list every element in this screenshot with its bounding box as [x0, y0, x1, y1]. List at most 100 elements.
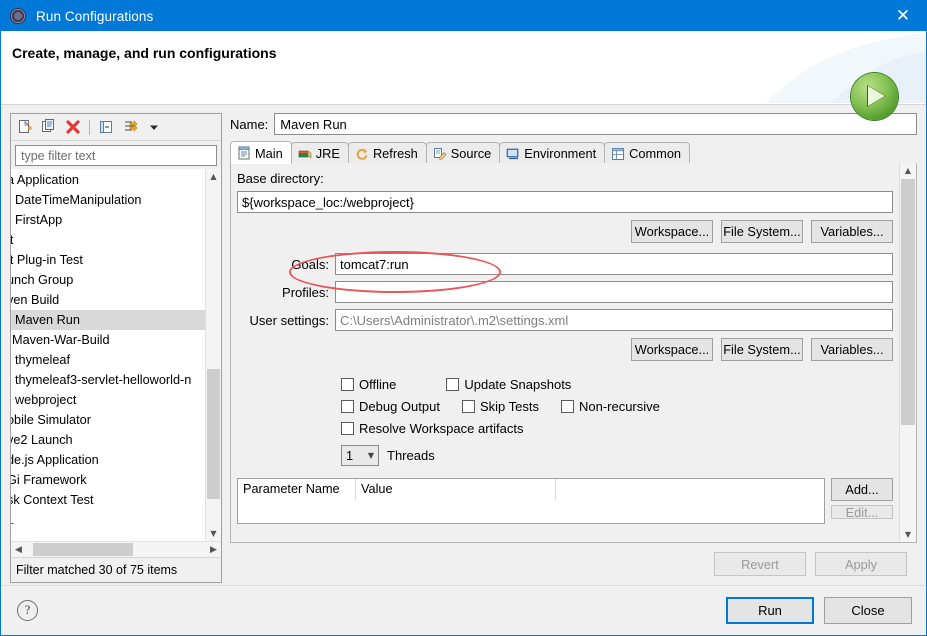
help-question-icon[interactable]: ? — [17, 600, 38, 621]
tree-hscroll-thumb[interactable] — [33, 543, 133, 556]
tab-strip-filler — [689, 140, 917, 164]
configuration-editor: Name: Maven Run Main JRE Refresh Source … — [230, 113, 917, 585]
tree-scroll-thumb[interactable] — [207, 369, 220, 499]
tab-jre[interactable]: JRE — [290, 142, 349, 164]
name-input[interactable]: Maven Run — [274, 113, 917, 135]
main-tab-content: Base directory: ${workspace_loc:/webproj… — [231, 163, 899, 542]
scroll-down-icon[interactable]: ▼ — [900, 527, 916, 542]
scroll-down-icon[interactable]: ▼ — [206, 526, 221, 541]
user-settings-row: User settings: C:\Users\Administrator\.m… — [237, 309, 893, 331]
tree-item[interactable]: it — [11, 230, 205, 250]
base-directory-input[interactable]: ${workspace_loc:/webproject} — [237, 191, 893, 213]
tree-item[interactable]: de.js Application — [11, 450, 205, 470]
revert-button[interactable]: Revert — [714, 552, 806, 576]
tree-item[interactable]: obile Simulator — [11, 410, 205, 430]
apply-button[interactable]: Apply — [815, 552, 907, 576]
view-menu-chevron-icon[interactable] — [143, 116, 165, 138]
tree-item[interactable]: L — [11, 510, 205, 530]
workspace-button-top[interactable]: Workspace... — [631, 220, 713, 243]
filter-configurations-icon[interactable] — [119, 116, 141, 138]
tree-item-label: Gi Framework — [11, 473, 87, 487]
chevron-down-icon[interactable]: ▼ — [368, 451, 374, 460]
scroll-left-icon[interactable]: ◀ — [11, 542, 26, 557]
tree-item[interactable]: Maven-War-Build — [11, 330, 205, 350]
offline-checkbox[interactable] — [341, 377, 354, 391]
run-button[interactable]: Run — [726, 597, 814, 624]
tree-item[interactable]: a Application — [11, 170, 205, 190]
threads-spinner[interactable]: 1 ▼ — [341, 444, 379, 466]
configurations-tree[interactable]: a Application DateTimeManipulation First… — [11, 169, 221, 541]
options-checkbox-area: Offline Update Snapshots Debug Output Sk… — [237, 373, 893, 466]
tree-item-label: L — [11, 513, 14, 527]
footer-buttons: Run Close — [726, 597, 912, 624]
column-value: Value — [356, 479, 556, 500]
scroll-right-icon[interactable]: ▶ — [206, 542, 221, 557]
tree-item[interactable]: unch Group — [11, 270, 205, 290]
collapse-all-icon[interactable] — [95, 116, 117, 138]
tree-vertical-scrollbar[interactable]: ▲ ▼ — [205, 169, 221, 541]
tree-item[interactable]: it Plug-in Test — [11, 250, 205, 270]
tree-toolbar — [11, 114, 221, 141]
profiles-input[interactable] — [335, 281, 893, 303]
tree-item-label: it — [11, 233, 14, 247]
skip-tests-checkbox[interactable] — [461, 399, 475, 413]
green-run-play-icon — [851, 73, 898, 120]
duplicate-configuration-icon[interactable] — [38, 116, 60, 138]
goals-input[interactable]: tomcat7:run — [335, 253, 893, 275]
window-title: Run Configurations — [36, 8, 154, 24]
resolve-workspace-artifacts-checkbox[interactable] — [341, 421, 354, 435]
edit-parameter-button[interactable]: Edit... — [831, 505, 893, 519]
tab-main[interactable]: Main — [230, 141, 292, 164]
parameter-table[interactable]: Parameter Name Value — [237, 478, 825, 524]
tree-item[interactable]: thymeleaf — [11, 350, 205, 370]
tree-item[interactable]: DateTimeManipulation — [11, 190, 205, 210]
profiles-row: Profiles: — [237, 281, 893, 303]
tree-item-label: Maven-War-Build — [12, 333, 110, 347]
tree-item[interactable]: webproject — [11, 390, 205, 410]
scroll-up-icon[interactable]: ▲ — [206, 169, 221, 184]
new-configuration-icon[interactable] — [14, 116, 36, 138]
tree-item[interactable]: Gi Framework — [11, 470, 205, 490]
delete-configuration-icon[interactable] — [62, 116, 84, 138]
tree-item[interactable]: ven Build — [11, 290, 205, 310]
update-snapshots-checkbox[interactable] — [446, 377, 460, 391]
user-settings-input[interactable]: C:\Users\Administrator\.m2\settings.xml — [335, 309, 893, 331]
tree-item[interactable]: thymeleaf3-servlet-helloworld-n — [11, 370, 205, 390]
jre-tab-icon — [298, 147, 312, 161]
tree-item[interactable]: FirstApp — [11, 210, 205, 230]
add-parameter-button[interactable]: Add... — [831, 478, 893, 501]
filter-input[interactable]: type filter text — [15, 145, 217, 166]
tree-item[interactable]: sk Context Test — [11, 490, 205, 510]
skip-tests-label: Skip Tests — [479, 398, 539, 414]
tree-item-label: DateTimeManipulation — [15, 193, 142, 207]
debug-output-checkbox[interactable] — [341, 399, 354, 413]
variables-button-bottom[interactable]: Variables... — [811, 338, 893, 361]
base-directory-label: Base directory: — [237, 171, 324, 186]
variables-button-top[interactable]: Variables... — [811, 220, 893, 243]
tree-item[interactable]: ve2 Launch — [11, 430, 205, 450]
tree-item-label: unch Group — [11, 273, 74, 287]
tree-item-label: a Application — [11, 173, 79, 187]
threads-row: 1 ▼ Threads — [341, 444, 893, 466]
tab-environment[interactable]: Environment — [499, 142, 606, 164]
checkbox-row-1: Offline Update Snapshots — [341, 373, 893, 395]
close-icon[interactable]: ✕ — [880, 1, 926, 31]
main-tab-scroll-thumb[interactable] — [901, 179, 915, 425]
tree-item-label: sk Context Test — [11, 493, 94, 507]
tree-horizontal-scrollbar[interactable]: ◀ ▶ — [11, 541, 221, 557]
file-system-button-bottom[interactable]: File System... — [721, 338, 803, 361]
scroll-up-icon[interactable]: ▲ — [900, 163, 916, 178]
file-system-button-top[interactable]: File System... — [721, 220, 803, 243]
tab-common[interactable]: Common — [604, 142, 691, 164]
close-button[interactable]: Close — [824, 597, 912, 624]
page-title: Create, manage, and run configurations — [12, 45, 277, 61]
main-tab-vertical-scrollbar[interactable]: ▲ ▼ — [899, 163, 916, 542]
tab-source[interactable]: Source — [425, 142, 501, 164]
tab-refresh[interactable]: Refresh — [347, 142, 427, 164]
parameter-buttons: Add... Edit... — [831, 478, 893, 524]
tree-item-maven-run[interactable]: Maven Run — [11, 310, 205, 330]
workspace-button-bottom[interactable]: Workspace... — [631, 338, 713, 361]
refresh-tab-icon — [355, 147, 369, 161]
tree-item-label: it Plug-in Test — [11, 253, 83, 267]
non-recursive-checkbox[interactable] — [560, 399, 574, 413]
